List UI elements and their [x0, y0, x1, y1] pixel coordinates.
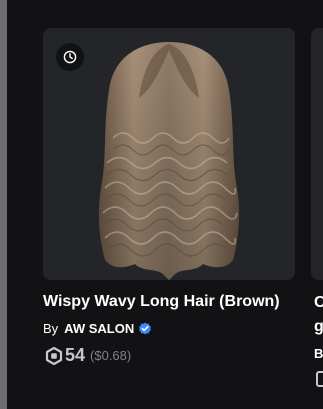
price-usd: ($0.68) [90, 348, 132, 363]
verified-badge-icon [139, 322, 152, 334]
next-item-thumbnail[interactable] [311, 28, 323, 280]
robux-icon [45, 346, 63, 365]
creator-row: By AW SALON [43, 321, 152, 336]
next-item-name-line1[interactable]: C [314, 294, 323, 312]
by-label: By [43, 321, 59, 336]
item-name[interactable]: Wispy Wavy Long Hair (Brown) [43, 293, 303, 311]
scrollbar-track[interactable] [0, 0, 7, 409]
price-robux: 54 [65, 345, 86, 365]
catalog-item-card[interactable]: Wispy Wavy Long Hair (Brown) By AW SALON… [43, 28, 295, 388]
price-row: 54 ($0.68) [45, 345, 131, 366]
clock-icon [56, 43, 84, 71]
next-item-name-line2[interactable]: g [314, 318, 323, 336]
next-item-robux-icon [316, 371, 323, 387]
item-thumbnail[interactable] [43, 28, 295, 280]
creator-link[interactable]: AW SALON [64, 321, 134, 336]
catalog-page: Wispy Wavy Long Hair (Brown) By AW SALON… [0, 0, 323, 409]
next-item-creator: B [314, 346, 323, 361]
